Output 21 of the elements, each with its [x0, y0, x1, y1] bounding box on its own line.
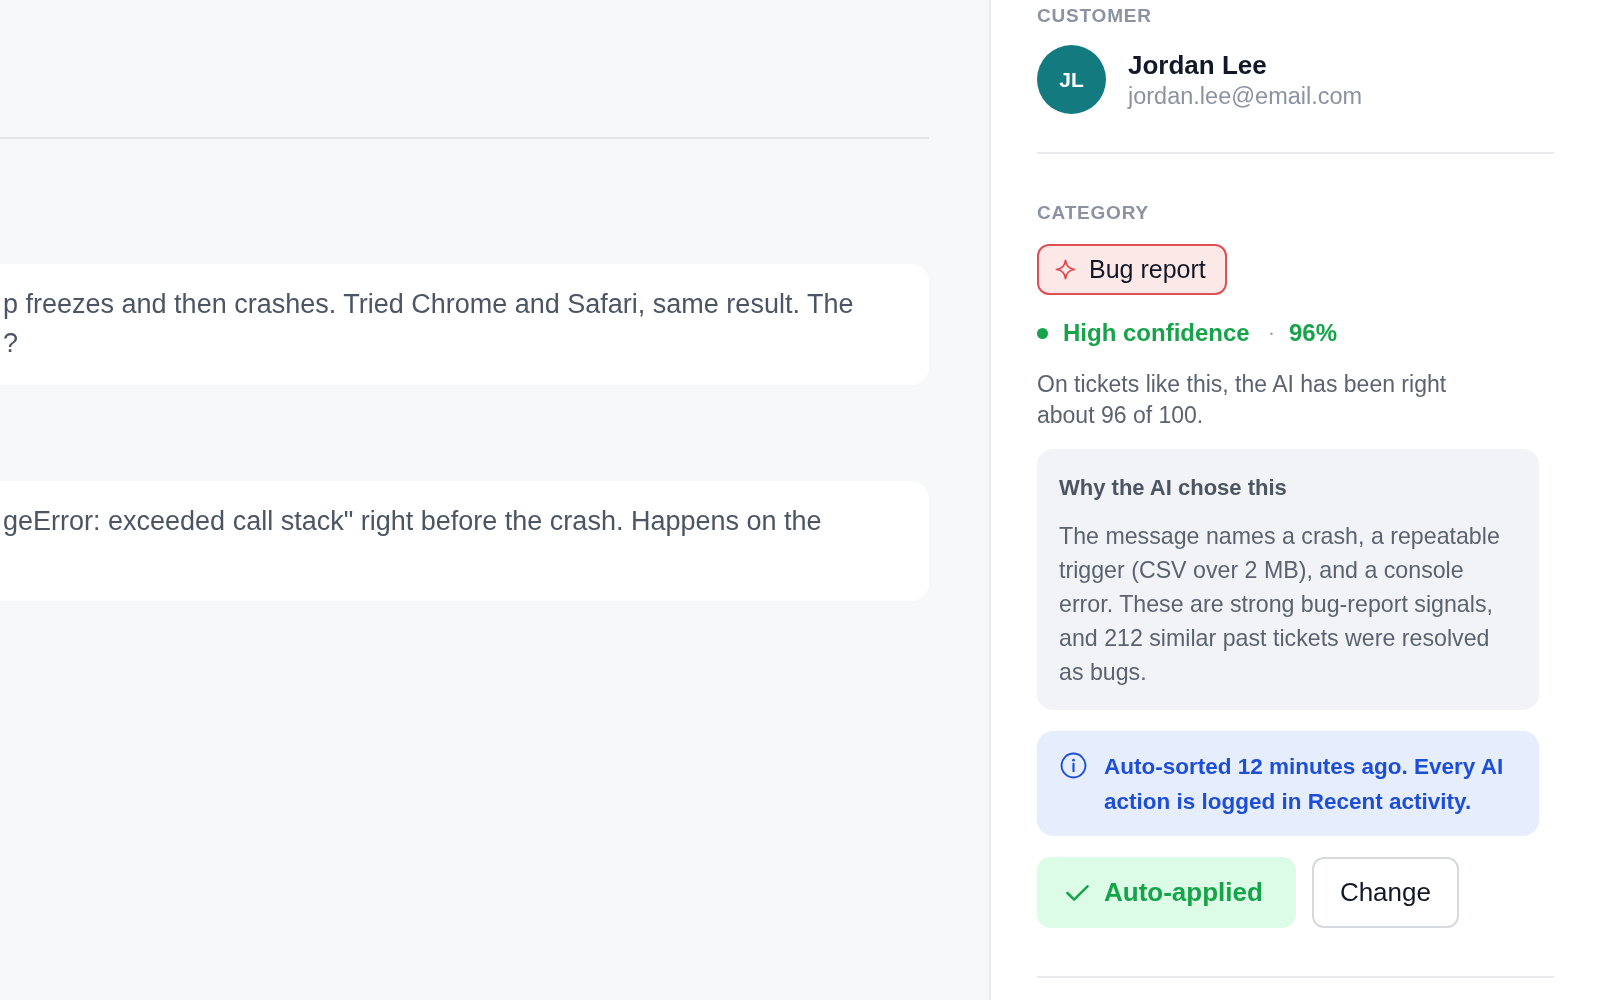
explanation-title: Why the AI chose this — [1059, 474, 1288, 502]
check-icon — [1066, 884, 1089, 901]
change-button[interactable]: Change — [1311, 857, 1459, 928]
status-label: Auto-applied — [1104, 877, 1263, 908]
confidence-value: 96% — [1289, 319, 1338, 347]
status-dot-icon — [1037, 327, 1048, 339]
info-icon — [1060, 752, 1087, 779]
category-label: Bug report — [1089, 255, 1206, 284]
separator-dot: · — [1267, 320, 1275, 346]
explanation-text: The message names a crash, a repeatable trigger (CSV over 2 MB), and a console error. These are strong bug-report signals, and 212 similar past tickets were resolved as bugs. — [1059, 522, 1501, 687]
section-heading: CATEGORY — [1037, 201, 1149, 225]
accuracy-note: On tickets like this, the AI has been right about 96 of 100. — [1037, 370, 1448, 430]
message-text: geError: exceeded call stack" right before the crash. Happens on the — [3, 505, 823, 538]
section-heading: CUSTOMER — [1037, 4, 1152, 28]
customer-name: Jordan Lee — [1128, 48, 1267, 81]
avatar-initials: JL — [1037, 45, 1106, 114]
customer-email: jordan.lee@email.com — [1128, 81, 1363, 111]
message-text: p freezes and then crashes. Tried Chrome and Safari, same result. The ? — [3, 288, 855, 360]
confidence-label: High confidence — [1063, 319, 1250, 347]
info-text: Auto-sorted 12 minutes ago. Every AI action is logged in Recent activity. — [1104, 753, 1505, 816]
sparkle-icon — [1055, 259, 1076, 280]
